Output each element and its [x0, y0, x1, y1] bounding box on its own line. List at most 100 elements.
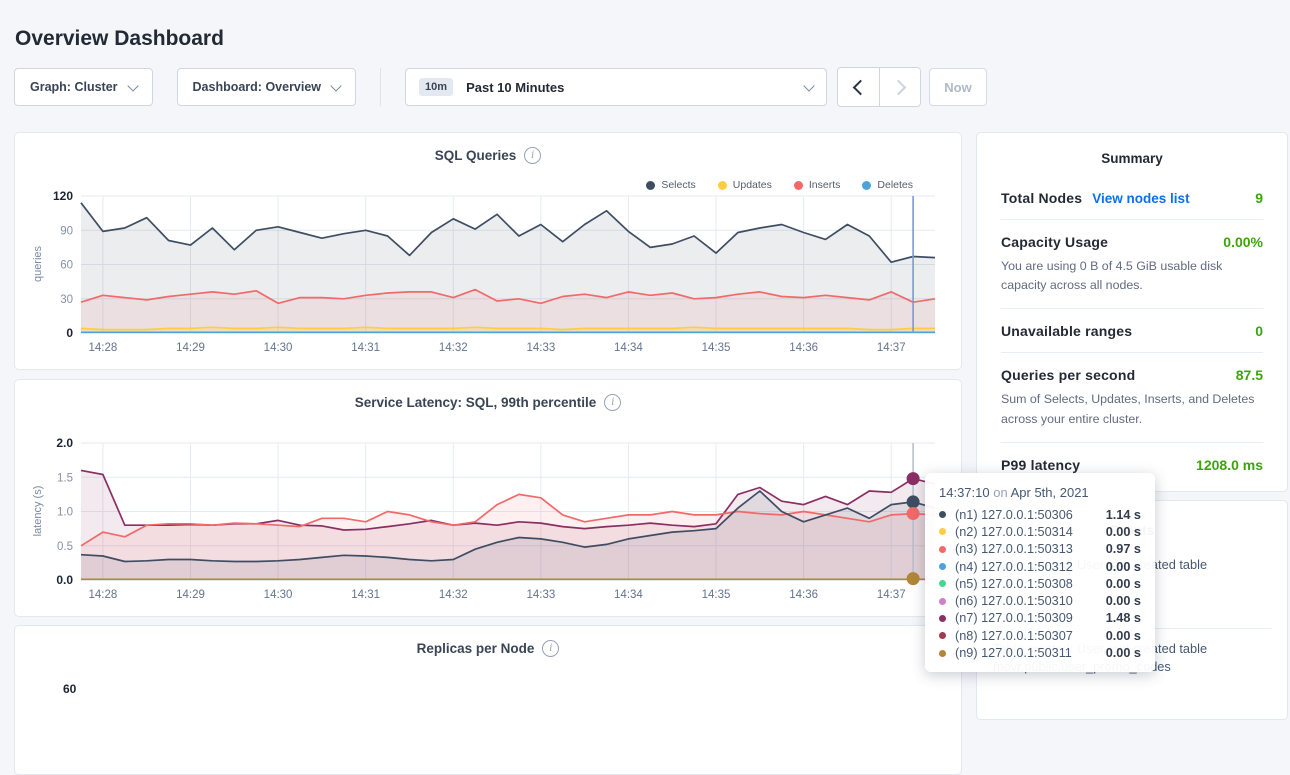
chevron-down-icon: [127, 80, 138, 91]
node-color-dot: [939, 650, 946, 657]
node-latency-value: 0.00 s: [1106, 560, 1141, 574]
replicas-per-node-title: Replicas per Node: [417, 641, 535, 656]
node-latency-value: 1.14 s: [1106, 508, 1141, 522]
node-latency-value: 0.00 s: [1106, 629, 1141, 643]
dashboard-dropdown[interactable]: Dashboard: Overview: [177, 68, 357, 106]
svg-text:14:30: 14:30: [264, 342, 293, 354]
total-nodes-value: 9: [1255, 190, 1263, 206]
now-button[interactable]: Now: [929, 68, 987, 106]
tooltip-node-row: (n5) 127.0.0.1:503080.00 s: [939, 575, 1141, 592]
node-color-dot: [939, 511, 946, 518]
node-address: (n5) 127.0.0.1:50308: [955, 577, 1106, 591]
svg-text:14:34: 14:34: [614, 589, 643, 601]
svg-text:14:31: 14:31: [351, 589, 380, 601]
node-address: (n4) 127.0.0.1:50312: [955, 560, 1106, 574]
capacity-usage-label: Capacity Usage: [1001, 234, 1108, 250]
svg-text:0: 0: [66, 326, 73, 340]
node-color-dot: [939, 615, 946, 622]
node-latency-value: 0.97 s: [1106, 542, 1141, 556]
tooltip-node-row: (n4) 127.0.0.1:503120.00 s: [939, 558, 1141, 575]
node-latency-value: 0.00 s: [1106, 577, 1141, 591]
node-address: (n7) 127.0.0.1:50309: [955, 611, 1106, 625]
toolbar-divider: [380, 68, 381, 106]
svg-text:14:32: 14:32: [439, 342, 468, 354]
time-range-picker[interactable]: 10m Past 10 Minutes: [405, 68, 827, 106]
dashboard-dropdown-label: Dashboard: Overview: [193, 80, 322, 94]
y-axis-unit-label: latency (s): [32, 451, 46, 571]
prev-time-button[interactable]: [838, 68, 879, 106]
svg-text:1.5: 1.5: [57, 472, 73, 484]
tooltip-node-row: (n6) 127.0.0.1:503100.00 s: [939, 592, 1141, 609]
chevron-down-icon: [803, 80, 814, 91]
p99-latency-value: 1208.0 ms: [1196, 457, 1263, 473]
unavailable-ranges-value: 0: [1255, 323, 1263, 339]
node-latency-value: 0.00 s: [1106, 594, 1141, 608]
capacity-usage-value: 0.00%: [1223, 234, 1263, 250]
queries-per-second-description: Sum of Selects, Updates, Inserts, and De…: [1001, 390, 1263, 428]
info-icon[interactable]: i: [604, 394, 621, 411]
svg-text:14:36: 14:36: [789, 589, 818, 601]
tooltip-node-row: (n3) 127.0.0.1:503130.97 s: [939, 541, 1141, 558]
chevron-left-icon: [853, 79, 869, 95]
svg-text:14:34: 14:34: [614, 342, 643, 354]
node-color-dot: [939, 580, 946, 587]
total-nodes-label: Total Nodes: [1001, 190, 1082, 206]
sql-queries-title: SQL Queries: [435, 148, 517, 163]
node-color-dot: [939, 563, 946, 570]
sql-queries-chart[interactable]: queries 14:2814:2914:3014:3114:3214:3314…: [29, 189, 949, 361]
tooltip-node-row: (n8) 127.0.0.1:503070.00 s: [939, 627, 1141, 644]
y-axis-unit-label: queries: [32, 204, 46, 324]
page-title: Overview Dashboard: [15, 27, 224, 51]
time-nav-group: [837, 67, 921, 107]
svg-text:1.0: 1.0: [57, 507, 73, 519]
svg-text:90: 90: [60, 225, 73, 237]
info-icon[interactable]: i: [524, 147, 541, 164]
svg-text:14:30: 14:30: [264, 589, 293, 601]
node-address: (n3) 127.0.0.1:50313: [955, 542, 1106, 556]
service-latency-panel: Service Latency: SQL, 99th percentile i …: [14, 379, 962, 617]
unavailable-ranges-row: Unavailable ranges 0: [1001, 308, 1263, 352]
service-latency-chart[interactable]: latency (s) 14:2814:2914:3014:3114:3214:…: [29, 436, 949, 608]
sql-queries-plot[interactable]: 14:2814:2914:3014:3114:3214:3314:3414:35…: [29, 189, 949, 361]
node-address: (n8) 127.0.0.1:50307: [955, 629, 1106, 643]
svg-text:30: 30: [60, 294, 73, 306]
svg-text:2.0: 2.0: [56, 436, 73, 450]
svg-text:14:28: 14:28: [89, 589, 118, 601]
chevron-down-icon: [330, 80, 341, 91]
svg-text:14:37: 14:37: [877, 342, 906, 354]
node-color-dot: [939, 598, 946, 605]
svg-text:0.5: 0.5: [57, 541, 73, 553]
svg-text:14:28: 14:28: [89, 342, 118, 354]
service-latency-plot[interactable]: 14:2814:2914:3014:3114:3214:3314:3414:35…: [29, 436, 949, 608]
p99-latency-label: P99 latency: [1001, 457, 1080, 473]
svg-text:14:33: 14:33: [526, 342, 555, 354]
queries-per-second-value: 87.5: [1236, 367, 1263, 383]
summary-title: Summary: [1001, 151, 1263, 166]
info-icon[interactable]: i: [542, 640, 559, 657]
node-address: (n9) 127.0.0.1:50311: [955, 646, 1106, 660]
view-nodes-list-link[interactable]: View nodes list: [1092, 191, 1189, 206]
service-latency-title: Service Latency: SQL, 99th percentile: [355, 395, 597, 410]
svg-text:60: 60: [60, 260, 73, 272]
svg-text:14:35: 14:35: [702, 589, 731, 601]
graph-dropdown-label: Graph: Cluster: [30, 80, 118, 94]
node-latency-value: 0.00 s: [1106, 525, 1141, 539]
node-address: (n1) 127.0.0.1:50306: [955, 508, 1106, 522]
summary-panel: Summary Total Nodes View nodes list 9 Ca…: [976, 132, 1288, 492]
svg-text:120: 120: [53, 189, 73, 203]
svg-text:0.0: 0.0: [56, 573, 73, 587]
graph-dropdown[interactable]: Graph: Cluster: [14, 68, 153, 106]
toolbar: Graph: Cluster Dashboard: Overview 10m P…: [14, 68, 987, 106]
svg-text:14:33: 14:33: [526, 589, 555, 601]
next-time-button[interactable]: [879, 68, 920, 106]
node-color-dot: [939, 632, 946, 639]
svg-text:14:31: 14:31: [351, 342, 380, 354]
svg-text:14:32: 14:32: [439, 589, 468, 601]
svg-text:14:29: 14:29: [176, 342, 205, 354]
tooltip-node-row: (n9) 127.0.0.1:503110.00 s: [939, 644, 1141, 661]
node-latency-value: 1.48 s: [1106, 611, 1141, 625]
tooltip-node-row: (n2) 127.0.0.1:503140.00 s: [939, 523, 1141, 540]
svg-text:14:36: 14:36: [789, 342, 818, 354]
unavailable-ranges-label: Unavailable ranges: [1001, 323, 1132, 339]
total-nodes-row: Total Nodes View nodes list 9: [1001, 176, 1263, 219]
